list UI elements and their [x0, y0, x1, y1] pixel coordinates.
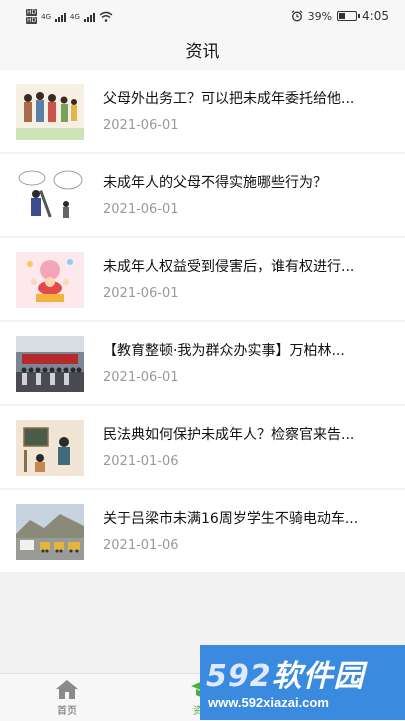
news-title: 民法典如何保护未成年人？检察官来告...	[103, 427, 355, 443]
status-left: HD HD 4G 4G	[26, 9, 113, 24]
news-title: 关于吕梁市未满16周岁学生不骑电动车...	[103, 511, 359, 527]
news-date: 2021-01-06	[103, 454, 179, 469]
group-photo-icon	[16, 336, 84, 392]
news-item[interactable]: 未成年人的父母不得实施哪些行为？ 2021-06-01	[0, 154, 405, 236]
network-type-2: 4G	[70, 12, 80, 21]
news-date: 2021-01-06	[103, 538, 179, 553]
status-bar: HD HD 4G 4G 39% 4:05	[0, 0, 405, 34]
children-festival-icon	[16, 252, 84, 308]
news-date: 2021-06-01	[103, 202, 179, 217]
classroom-illustration-icon	[16, 420, 84, 476]
news-date: 2021-06-01	[103, 286, 179, 301]
watermark-logo-text: 592软件园	[206, 651, 365, 695]
sim-indicators: HD HD	[26, 9, 38, 24]
news-item[interactable]: 民法典如何保护未成年人？检察官来告... 2021-01-06	[0, 406, 405, 488]
news-list: 父母外出务工？可以把未成年委托给他... 2021-06-01 未成年人的父母不…	[0, 70, 405, 574]
news-title: 未成年人权益受到侵害后，谁有权进行...	[103, 259, 355, 275]
news-item[interactable]: 父母外出务工？可以把未成年委托给他... 2021-06-01	[0, 70, 405, 152]
watermark-logo-name: 软件园	[271, 659, 365, 694]
news-title: 父母外出务工？可以把未成年委托给他...	[103, 91, 355, 107]
clock: 4:05	[362, 9, 389, 23]
parent-child-illustration-icon	[16, 168, 84, 224]
tab-home-label: 首页	[57, 706, 77, 717]
news-date: 2021-06-01	[103, 370, 179, 385]
sim1-badge: HD	[26, 9, 38, 16]
news-date: 2021-06-01	[103, 118, 179, 133]
signal-icon	[55, 11, 67, 22]
news-title: 未成年人的父母不得实施哪些行为？	[103, 175, 327, 191]
tab-home[interactable]: 首页	[37, 678, 97, 717]
watermark-logo-num: 592	[206, 659, 272, 694]
page-title: 资讯	[185, 42, 220, 62]
news-item[interactable]: 【教育整顿·我为群众办实事】万柏林... 2021-06-01	[0, 322, 405, 404]
family-illustration-icon	[16, 84, 84, 140]
battery-icon	[337, 11, 361, 21]
home-icon	[56, 680, 78, 699]
watermark-logo: 592软件园 www.592xiazai.com	[200, 645, 405, 720]
alarm-icon	[291, 10, 302, 22]
news-item[interactable]: 关于吕梁市未满16周岁学生不骑电动车... 2021-01-06	[0, 490, 405, 572]
status-right: 39% 4:05	[291, 9, 389, 23]
nav-bar: 资讯	[0, 34, 405, 70]
battery-percent: 39%	[307, 9, 333, 23]
sim2-badge: HD	[26, 17, 38, 24]
news-title: 【教育整顿·我为群众办实事】万柏林...	[103, 343, 345, 359]
signal-icon	[83, 11, 95, 22]
street-photo-icon	[16, 504, 84, 560]
network-type-1: 4G	[41, 12, 52, 21]
watermark-url: www.592xiazai.com	[208, 695, 329, 710]
news-item[interactable]: 未成年人权益受到侵害后，谁有权进行... 2021-06-01	[0, 238, 405, 320]
battery-level	[339, 13, 346, 19]
wifi-icon	[99, 11, 113, 22]
